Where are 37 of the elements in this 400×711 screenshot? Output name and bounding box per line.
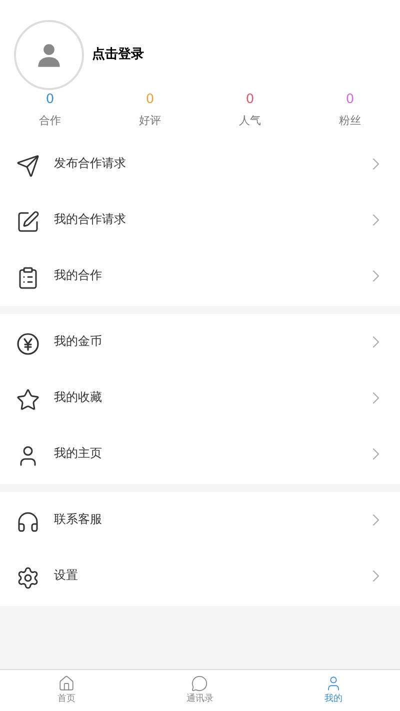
- settings-icon: [16, 566, 40, 590]
- menu-label: 我的主页: [54, 445, 103, 462]
- yen-coin-icon: [16, 332, 40, 356]
- menu-label: 设置: [54, 567, 79, 584]
- menu-label: 我的合作请求: [54, 211, 127, 228]
- menu-label: 发布合作请求: [54, 155, 127, 172]
- menu-item[interactable]: 我的合作请求: [0, 192, 400, 248]
- menu-item[interactable]: 我的主页: [0, 426, 400, 482]
- menu-item[interactable]: 设置: [0, 548, 400, 604]
- stat-label: 合作: [39, 113, 61, 129]
- menu-item[interactable]: 联系客服: [0, 492, 400, 548]
- menu-item[interactable]: 发布合作请求: [0, 136, 400, 192]
- menu-item[interactable]: 我的收藏: [0, 370, 400, 426]
- home-icon: [58, 675, 76, 692]
- star-icon: [16, 388, 40, 412]
- tab-bar-item[interactable]: 通讯录: [133, 670, 267, 711]
- edit-icon: [16, 210, 40, 234]
- menu-label: 联系客服: [54, 511, 103, 528]
- stat-value: 0: [246, 91, 254, 109]
- stat-value: 0: [146, 91, 154, 109]
- menu-label: 我的收藏: [54, 389, 103, 406]
- chat-bubble-icon: [191, 675, 208, 692]
- stat-label: 好评: [139, 113, 161, 129]
- menu-label: 我的金币: [54, 333, 103, 350]
- stat-value: 0: [46, 91, 54, 109]
- headset-icon: [16, 510, 40, 534]
- menu-label: 我的合作: [54, 267, 103, 284]
- person-silhouette-icon: [36, 42, 62, 68]
- paper-plane-icon: [16, 154, 40, 178]
- menu-item[interactable]: 我的合作: [0, 248, 400, 304]
- stat-label: 人气: [239, 113, 261, 129]
- tab-bar-item[interactable]: 首页: [0, 670, 134, 711]
- stat-label: 粉丝: [339, 113, 361, 129]
- tab-bar-item[interactable]: 我的: [266, 670, 400, 711]
- login-link[interactable]: 点击登录: [92, 45, 144, 65]
- menu-item[interactable]: 我的金币: [0, 314, 400, 370]
- stat-value: 0: [346, 91, 354, 109]
